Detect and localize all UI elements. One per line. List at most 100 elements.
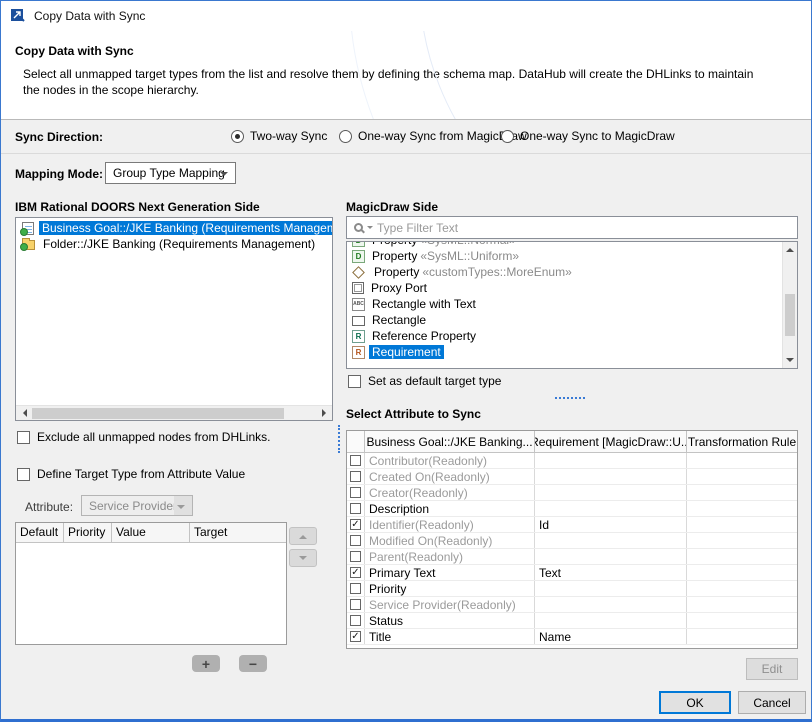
value-mapping-table-body[interactable]: [16, 543, 286, 644]
scroll-up-button[interactable]: [783, 242, 797, 257]
header-target: Requirement [MagicDraw::U...: [535, 431, 687, 452]
list-item-property-uniform[interactable]: Property «SysML::Uniform»: [347, 248, 782, 264]
rule-value: [687, 629, 797, 644]
define-target-type-checkbox-row[interactable]: Define Target Type from Attribute Value: [17, 467, 245, 481]
move-down-button[interactable]: [289, 549, 317, 567]
triangle-left-icon: [19, 409, 27, 417]
banner-description: Select all unmapped target types from th…: [23, 66, 769, 98]
scroll-right-button[interactable]: [316, 406, 332, 420]
table-row[interactable]: Modified On(Readonly): [347, 533, 797, 549]
set-default-target-label: Set as default target type: [368, 374, 501, 388]
attribute-name: Title: [365, 629, 535, 644]
edit-button[interactable]: Edit: [746, 658, 798, 680]
list-item-reference-property[interactable]: Reference Property: [347, 328, 782, 344]
row-checkbox[interactable]: [350, 631, 361, 642]
table-row[interactable]: Status: [347, 613, 797, 629]
row-checkbox[interactable]: [350, 583, 361, 594]
radio-one-way-from-magicdraw[interactable]: One-way Sync from MagicDraw: [339, 129, 527, 143]
target-value: [535, 469, 687, 484]
horizontal-scrollbar[interactable]: [16, 405, 332, 420]
table-row[interactable]: Parent(Readonly): [347, 549, 797, 565]
item-name: Rectangle with Text: [369, 297, 479, 311]
scrollbar-thumb[interactable]: [32, 408, 284, 419]
scrollbar-thumb[interactable]: [785, 294, 795, 336]
item-name: Property: [369, 249, 420, 263]
item-stereotype: «SysML::Uniform»: [420, 249, 519, 263]
dialog-banner: Copy Data with Sync Select all unmapped …: [1, 31, 811, 120]
set-default-target-checkbox[interactable]: [348, 375, 361, 388]
attribute-name: Modified On(Readonly): [365, 533, 535, 548]
exclude-unmapped-checkbox-row[interactable]: Exclude all unmapped nodes from DHLinks.: [17, 430, 270, 444]
table-row[interactable]: Priority: [347, 581, 797, 597]
horizontal-splitter-handle[interactable]: [555, 397, 585, 399]
copy-data-with-sync-dialog: Copy Data with Sync Copy Data with Sync …: [0, 0, 812, 722]
row-checkbox[interactable]: [350, 487, 361, 498]
row-checkbox[interactable]: [350, 615, 361, 626]
target-value: [535, 549, 687, 564]
type-filter-box[interactable]: [346, 216, 798, 239]
type-filter-input[interactable]: [377, 221, 790, 235]
list-item-rectangle-with-text[interactable]: Rectangle with Text: [347, 296, 782, 312]
row-checkbox[interactable]: [350, 567, 361, 578]
attribute-name: Parent(Readonly): [365, 549, 535, 564]
rule-value: [687, 533, 797, 548]
define-target-type-checkbox[interactable]: [17, 468, 30, 481]
remove-row-button[interactable]: [239, 655, 267, 672]
add-row-button[interactable]: [192, 655, 220, 672]
table-row[interactable]: Identifier(Readonly) Id: [347, 517, 797, 533]
target-value: [535, 597, 687, 612]
move-up-button[interactable]: [289, 527, 317, 545]
target-value: [535, 613, 687, 628]
row-checkbox[interactable]: [350, 519, 361, 530]
magicdraw-type-list: Property «SysML::Normal» Property «SysML…: [346, 241, 798, 369]
folder-icon: [22, 240, 35, 250]
row-checkbox[interactable]: [350, 503, 361, 514]
radio-two-way-sync[interactable]: Two-way Sync: [231, 129, 327, 143]
target-value: [535, 501, 687, 516]
item-stereotype: «SysML::Normal»: [420, 242, 515, 247]
row-checkbox[interactable]: [350, 455, 361, 466]
row-checkbox[interactable]: [350, 535, 361, 546]
row-checkbox[interactable]: [350, 599, 361, 610]
doors-node-list: Business Goal::/JKE Banking (Requirement…: [15, 217, 333, 421]
table-row[interactable]: Contributor(Readonly): [347, 453, 797, 469]
table-row[interactable]: Created On(Readonly): [347, 469, 797, 485]
mapping-mode-dropdown[interactable]: Group Type Mapping: [105, 162, 236, 184]
list-item-proxy-port[interactable]: Proxy Port: [347, 280, 782, 296]
item-name: Requirement: [369, 345, 444, 359]
scroll-down-button[interactable]: [783, 353, 797, 368]
proxy-port-icon: [352, 282, 364, 294]
list-item-rectangle[interactable]: Rectangle: [347, 312, 782, 328]
row-checkbox[interactable]: [350, 471, 361, 482]
table-row[interactable]: Primary Text Text: [347, 565, 797, 581]
attribute-sync-table-header: Business Goal::/JKE Banking... Requireme…: [347, 431, 797, 453]
property-icon: [352, 250, 365, 263]
attribute-dropdown[interactable]: Service Provider: [81, 495, 193, 516]
table-row[interactable]: Description: [347, 501, 797, 517]
list-item-property-moreenum[interactable]: Property «customTypes::MoreEnum»: [347, 264, 782, 280]
radio-one-way-to-magicdraw[interactable]: One-way Sync to MagicDraw: [501, 129, 675, 143]
attribute-name: Description: [365, 501, 535, 516]
table-row[interactable]: Title Name: [347, 629, 797, 645]
target-value: Id: [535, 517, 687, 532]
triangle-down-icon: [299, 556, 307, 564]
tree-item-folder[interactable]: Folder::/JKE Banking (Requirements Manag…: [16, 236, 332, 252]
cancel-button[interactable]: Cancel: [738, 691, 806, 714]
tree-item-business-goal[interactable]: Business Goal::/JKE Banking (Requirement…: [16, 220, 332, 236]
attribute-name: Service Provider(Readonly): [365, 597, 535, 612]
table-row[interactable]: Service Provider(Readonly): [347, 597, 797, 613]
set-default-target-checkbox-row[interactable]: Set as default target type: [348, 374, 501, 388]
ok-button[interactable]: OK: [659, 691, 731, 714]
item-name: Rectangle: [369, 313, 429, 327]
scroll-left-button[interactable]: [16, 406, 32, 420]
doors-side-title: IBM Rational DOORS Next Generation Side: [15, 200, 260, 214]
list-item-requirement[interactable]: Requirement: [347, 344, 782, 360]
row-checkbox[interactable]: [350, 551, 361, 562]
tree-item-label: Folder::/JKE Banking (Requirements Manag…: [40, 237, 318, 251]
vertical-splitter-handle[interactable]: [338, 425, 340, 453]
table-row[interactable]: Creator(Readonly): [347, 485, 797, 501]
exclude-unmapped-checkbox[interactable]: [17, 431, 30, 444]
vertical-scrollbar[interactable]: [782, 242, 797, 368]
attribute-name: Creator(Readonly): [365, 485, 535, 500]
triangle-up-icon: [299, 531, 307, 539]
